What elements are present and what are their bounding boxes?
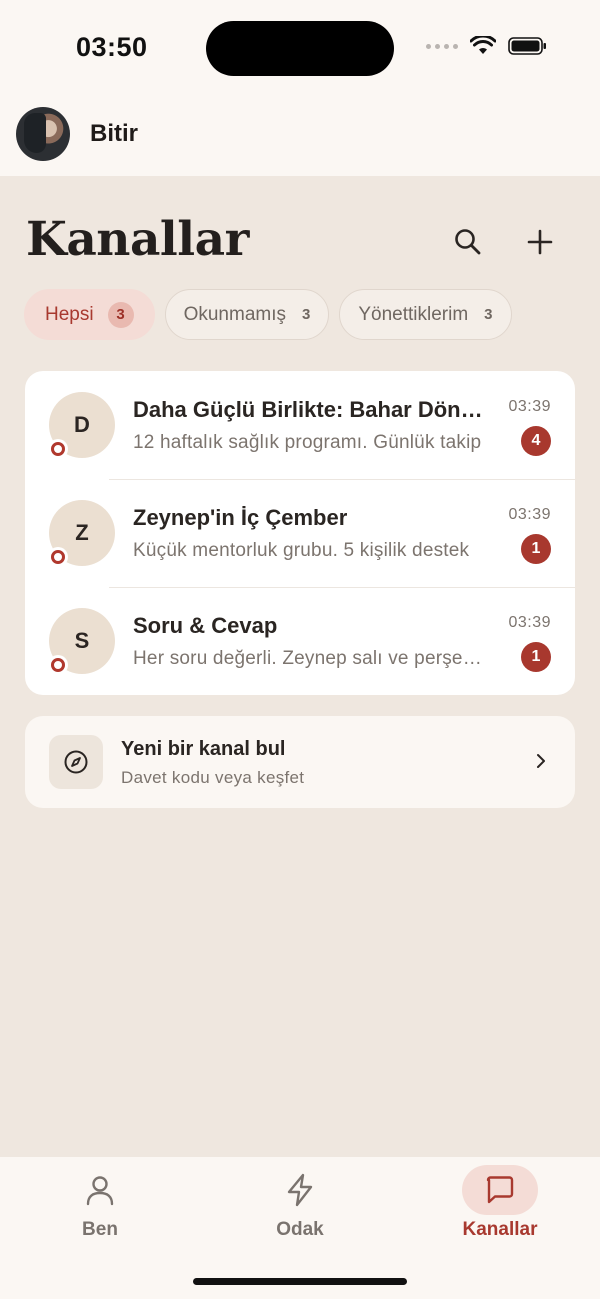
channel-time: 03:39 — [508, 506, 551, 523]
discover-channel-card[interactable]: Yeni bir kanal bul Davet kodu veya keşfe… — [25, 716, 575, 808]
chat-bubble-icon — [486, 1176, 514, 1204]
filter-chip-managed[interactable]: Yönettiklerim 3 — [339, 289, 512, 340]
filter-chip-label: Okunmamış — [183, 303, 286, 325]
channel-list: D Daha Güçlü Birlikte: Bahar Dönemi 12 h… — [25, 371, 575, 695]
filter-chip-label: Hepsi — [45, 303, 94, 325]
tab-label: Odak — [276, 1219, 324, 1240]
unread-badge: 1 — [521, 642, 551, 672]
filter-chip-all[interactable]: Hepsi 3 — [24, 289, 155, 340]
tab-label: Kanallar — [462, 1219, 538, 1240]
channel-time: 03:39 — [508, 398, 551, 415]
page-title: Kanallar — [26, 212, 249, 267]
battery-icon — [508, 37, 546, 55]
discover-icon-box — [49, 735, 103, 789]
dynamic-island — [206, 21, 394, 76]
unread-badge: 4 — [521, 426, 551, 456]
discover-title: Yeni bir kanal bul — [121, 738, 286, 760]
search-button[interactable] — [450, 224, 486, 260]
filter-chip-count: 3 — [107, 301, 134, 328]
compass-icon — [64, 750, 88, 774]
filter-chip-count: 3 — [484, 306, 493, 323]
filter-chip-count: 3 — [302, 306, 311, 323]
filter-row: Hepsi 3 Okunmamış 3 Yönettiklerim 3 — [24, 289, 512, 340]
tab-odak[interactable]: Odak — [240, 1157, 360, 1257]
tab-icon-wrap — [462, 1165, 538, 1215]
status-bar: 03:50 — [0, 0, 600, 96]
channel-preview: Her soru değerli. Zeynep salı ve perşemb… — [133, 648, 489, 669]
channel-title: Zeynep'in İç Çember — [133, 505, 348, 530]
channel-row[interactable]: D Daha Güçlü Birlikte: Bahar Dönemi 12 h… — [25, 371, 575, 479]
tab-ben[interactable]: Ben — [40, 1157, 160, 1257]
chevron-right-icon — [537, 754, 545, 768]
plus-icon — [527, 229, 553, 255]
tab-icon-wrap — [62, 1165, 138, 1215]
channel-preview: 12 haftalık sağlık programı. Günlük taki… — [133, 432, 482, 453]
status-time: 03:50 — [76, 32, 148, 62]
search-icon — [455, 229, 481, 255]
filter-chip-unread[interactable]: Okunmamış 3 — [164, 289, 330, 340]
tab-label: Ben — [82, 1219, 118, 1240]
filter-chip-label: Yönettiklerim — [358, 303, 469, 325]
channel-status-icon — [48, 547, 68, 567]
avatar[interactable] — [16, 107, 70, 161]
tab-icon-wrap — [262, 1165, 338, 1215]
channel-status-icon — [48, 439, 68, 459]
user-name: Bitir — [90, 120, 138, 147]
channel-preview: Küçük mentorluk grubu. 5 kişilik destek — [133, 540, 470, 561]
tab-kanallar[interactable]: Kanallar — [440, 1157, 560, 1257]
person-icon — [86, 1176, 114, 1206]
wifi-icon — [470, 36, 496, 54]
add-channel-button[interactable] — [522, 224, 558, 260]
channel-row[interactable]: Z Zeynep'in İç Çember Küçük mentorluk gr… — [25, 479, 575, 587]
lightning-icon — [287, 1173, 313, 1207]
channel-status-icon — [48, 655, 68, 675]
channel-row[interactable]: S Soru & Cevap Her soru değerli. Zeynep … — [25, 587, 575, 695]
discover-subtitle: Davet kodu veya keşfet — [121, 768, 305, 787]
channel-time: 03:39 — [508, 614, 551, 631]
status-icons — [426, 36, 548, 56]
top-header: Bitir — [0, 96, 600, 176]
signal-icon — [426, 43, 458, 49]
channel-title: Soru & Cevap — [133, 613, 278, 638]
unread-badge: 1 — [521, 534, 551, 564]
home-indicator — [193, 1278, 407, 1285]
channel-title: Daha Güçlü Birlikte: Bahar Dönemi — [133, 397, 488, 422]
